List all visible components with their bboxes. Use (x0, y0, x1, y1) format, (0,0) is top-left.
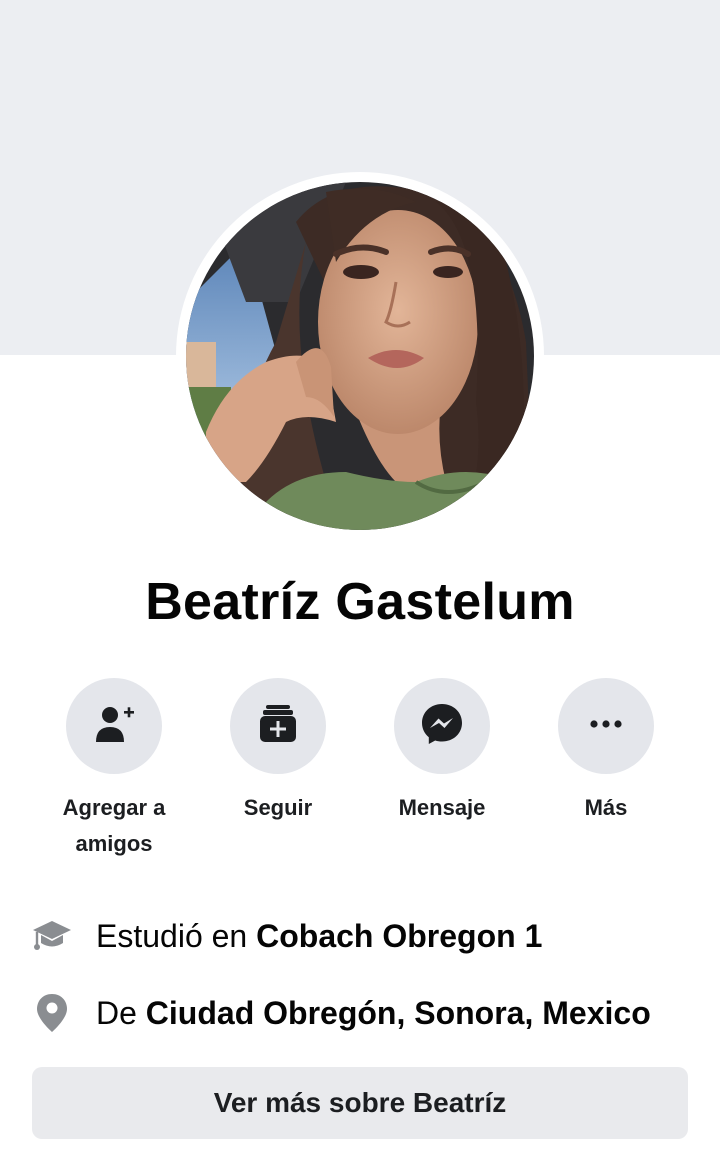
add-friend-circle[interactable] (66, 678, 162, 774)
more-button[interactable]: Más (531, 678, 681, 826)
location-pin-icon (32, 991, 72, 1035)
add-friend-button[interactable]: Agregar a amigos (39, 678, 189, 862)
education-prefix: Estudió en (96, 917, 257, 954)
more-circle[interactable] (558, 678, 654, 774)
add-friend-icon (92, 702, 136, 751)
more-icon (586, 717, 626, 735)
education-row: Estudió en Cobach Obregon 1 (32, 914, 692, 958)
see-more-about-button[interactable]: Ver más sobre Beatríz (32, 1067, 688, 1139)
message-label: Mensaje (398, 795, 486, 820)
graduation-cap-icon (32, 914, 72, 958)
education-school[interactable]: Cobach Obregon 1 (256, 918, 542, 955)
hometown-prefix: De (96, 994, 146, 1031)
profile-picture-frame (176, 172, 544, 540)
hometown-place[interactable]: Ciudad Obregón, Sonora, Mexico (146, 995, 651, 1032)
follow-label: Seguir (243, 795, 313, 820)
add-friend-label: Agregar a amigos (62, 795, 166, 856)
profile-name: Beatríz Gastelum (145, 573, 575, 631)
profile-picture[interactable] (186, 182, 534, 530)
follow-circle[interactable] (230, 678, 326, 774)
more-label: Más (584, 795, 628, 820)
hometown-row: De Ciudad Obregón, Sonora, Mexico (32, 991, 692, 1035)
messenger-icon (418, 700, 466, 753)
profile-actions: Agregar a amigos Seguir Mensaje Más (0, 678, 720, 858)
message-circle[interactable] (394, 678, 490, 774)
follow-icon (256, 702, 300, 751)
message-button[interactable]: Mensaje (367, 678, 517, 826)
follow-button[interactable]: Seguir (203, 678, 353, 826)
